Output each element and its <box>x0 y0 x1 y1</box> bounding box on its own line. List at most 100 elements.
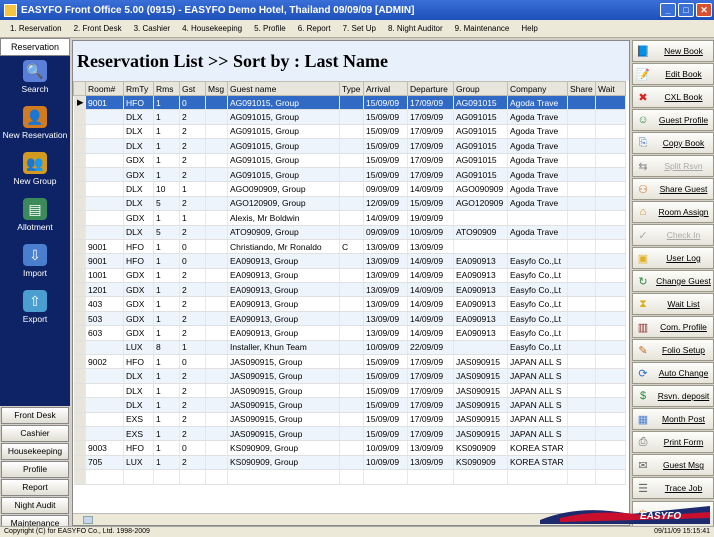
column-header[interactable]: Arrival <box>363 81 408 96</box>
table-row[interactable]: 9001 HFO 1 0 Christiando, Mr Ronaldo C 13/09/0… <box>73 239 626 255</box>
table-row[interactable]: 1001 GDX 1 2 EA090913, Group 13/09/09 14/09/09… <box>73 268 626 284</box>
column-header[interactable]: Share <box>567 81 596 96</box>
table-row[interactable]: DLX 1 2 JAS090915, Group 15/09/09 17/09/09 JAS… <box>73 368 626 384</box>
table-cell: EXS <box>123 412 154 427</box>
room-assign-button[interactable]: ⌂ Room Assign <box>632 201 714 223</box>
check-in-button[interactable]: ✓ Check In <box>632 224 714 246</box>
table-row[interactable]: ▶ 9001 HFO 1 0 AG091015, Group 15/09/09 17/09/0… <box>73 95 626 111</box>
nav-item-0[interactable]: 🔍 Search <box>0 56 70 102</box>
column-header[interactable]: RmTy <box>123 81 154 96</box>
table-row[interactable]: DLX 1 2 AG091015, Group 15/09/09 17/09/09 AG09… <box>73 124 626 140</box>
menu-item-0[interactable]: 1. Reservation <box>4 24 68 33</box>
module-button-0[interactable]: Front Desk <box>1 407 69 424</box>
table-row[interactable]: GDX 1 1 Alexis, Mr Boldwin 14/09/09 19/09/09 <box>73 210 626 226</box>
guest-msg-button[interactable]: ✉ Guest Msg <box>632 454 714 476</box>
table-cell <box>567 397 596 413</box>
change-guest-button[interactable]: ↻ Change Guest <box>632 270 714 292</box>
table-row[interactable]: EXS 1 2 JAS090915, Group 15/09/09 17/09/09 JAS… <box>73 426 626 442</box>
table-row[interactable]: DLX 1 2 JAS090915, Group 15/09/09 17/09/09 JAS… <box>73 383 626 399</box>
month-post-button[interactable]: ▦ Month Post <box>632 408 714 430</box>
folio-setup-button[interactable]: ✎ Folio Setup <box>632 339 714 361</box>
menu-item-6[interactable]: 7. Set Up <box>337 24 382 33</box>
menu-item-1[interactable]: 2. Front Desk <box>68 24 128 33</box>
split-button[interactable]: ⇆ Split Rsvn <box>632 155 714 177</box>
table-row[interactable]: LUX 8 1 Installer, Khun Team 10/09/09 22/09/0… <box>73 340 626 356</box>
nav-item-4[interactable]: ⇩ Import <box>0 240 70 286</box>
module-button-4[interactable]: Report <box>1 479 69 496</box>
nav-item-3[interactable]: ▤ Allotment <box>0 194 70 240</box>
column-header[interactable]: Msg <box>205 81 228 96</box>
module-button-1[interactable]: Cashier <box>1 425 69 442</box>
minimize-button[interactable]: _ <box>660 3 676 17</box>
print-form-icon: ⎙ <box>638 435 648 448</box>
nav-item-2[interactable]: 👥 New Group <box>0 148 70 194</box>
deposit-button[interactable]: $ Rsvn. deposit <box>632 385 714 407</box>
table-cell: 5 <box>153 225 180 240</box>
table-row[interactable] <box>73 469 626 485</box>
new-book-button[interactable]: 📘 New Book <box>632 40 714 62</box>
table-cell <box>595 354 626 370</box>
trace-job-button[interactable]: ☰ Trace Job <box>632 477 714 499</box>
module-button-3[interactable]: Profile <box>1 461 69 478</box>
column-header[interactable]: Rms <box>153 81 180 96</box>
print-form-button[interactable]: ⎙ Print Form <box>632 431 714 453</box>
column-header[interactable]: Guest name <box>227 81 340 96</box>
column-header[interactable]: Type <box>339 81 364 96</box>
menu-item-9[interactable]: Help <box>515 24 543 33</box>
table-row[interactable]: GDX 1 2 AG091015, Group 15/09/09 17/09/09 AG09… <box>73 153 626 168</box>
menu-item-8[interactable]: 9. Maintenance <box>449 24 516 33</box>
nav-item-1[interactable]: 👤 New Reservation <box>0 102 70 148</box>
table-row[interactable]: DLX 5 2 AGO120909, Group 12/09/09 15/09/09 AGO… <box>73 196 626 212</box>
auto-change-button[interactable]: ⟳ Auto Change <box>632 362 714 384</box>
table-row[interactable]: 705 LUX 1 2 KS090909, Group 10/09/09 13/09/09 K… <box>73 455 626 471</box>
table-row[interactable]: EXS 1 2 JAS090915, Group 15/09/09 17/09/09 JAS… <box>73 412 626 427</box>
nav-header-reservation[interactable]: Reservation <box>0 38 70 56</box>
table-row[interactable]: DLX 5 2 ATO90909, Group 09/09/09 10/09/09 ATO9… <box>73 225 626 240</box>
table-row[interactable]: 403 GDX 1 2 EA090913, Group 13/09/09 14/09/09 E… <box>73 296 626 312</box>
copy-book-button[interactable]: ⎘ Copy Book <box>632 132 714 154</box>
table-row[interactable]: 503 GDX 1 2 EA090913, Group 13/09/09 14/09/09 E… <box>73 311 626 327</box>
table-cell <box>567 109 596 125</box>
menu-item-2[interactable]: 3. Cashier <box>128 24 176 33</box>
table-row[interactable]: DLX 10 1 AGO090909, Group 09/09/09 14/09/09 AG… <box>73 181 626 197</box>
column-header[interactable]: Company <box>507 81 568 96</box>
column-header[interactable]: Room# <box>85 81 124 96</box>
close-button[interactable]: ✕ <box>696 3 712 17</box>
table-cell: AGO090909, Group <box>227 181 340 197</box>
cancel-book-button[interactable]: ✖ CXL Book <box>632 86 714 108</box>
user-log-button[interactable]: ▣ User Log <box>632 247 714 269</box>
company-profile-button[interactable]: ▥ Com. Profile <box>632 316 714 338</box>
column-header[interactable]: Group <box>453 81 508 96</box>
table-cell: JAS090915, Group <box>227 397 340 413</box>
table-cell: KOREA STAR <box>507 440 568 456</box>
column-header[interactable]: Wait <box>595 81 626 96</box>
menu-item-7[interactable]: 8. Night Auditor <box>382 24 449 33</box>
table-row[interactable]: DLX 1 2 AG091015, Group 15/09/09 17/09/09 AG09… <box>73 138 626 154</box>
table-cell <box>339 181 364 197</box>
table-cell: 15/09/09 <box>363 95 408 111</box>
table-row[interactable]: GDX 1 2 AG091015, Group 15/09/09 17/09/09 AG09… <box>73 167 626 183</box>
nav-item-5[interactable]: ⇧ Export <box>0 286 70 332</box>
column-header[interactable] <box>73 81 86 96</box>
menu-item-4[interactable]: 5. Profile <box>248 24 292 33</box>
column-header[interactable]: Gst <box>179 81 206 96</box>
guest-profile-button[interactable]: ☺ Guest Profile <box>632 109 714 131</box>
table-row[interactable]: 9003 HFO 1 0 KS090909, Group 10/09/09 13/09/09… <box>73 440 626 456</box>
menu-item-3[interactable]: 4. Housekeeping <box>176 24 248 33</box>
table-row[interactable]: DLX 1 2 AG091015, Group 15/09/09 17/09/09 AG09… <box>73 109 626 125</box>
table-row[interactable]: 9001 HFO 1 0 EA090913, Group 13/09/09 14/09/09… <box>73 253 626 269</box>
edit-book-button[interactable]: 📝 Edit Book <box>632 63 714 85</box>
table-row[interactable]: 1201 GDX 1 2 EA090913, Group 13/09/09 14/09/09… <box>73 282 626 298</box>
table-row[interactable]: 9002 HFO 1 0 JAS090915, Group 15/09/09 17/09/0… <box>73 354 626 370</box>
maximize-button[interactable]: □ <box>678 3 694 17</box>
reservation-grid[interactable]: Room# RmTy Rms Gst Msg Guest name Type Arrival D… <box>73 81 629 513</box>
table-row[interactable]: DLX 1 2 JAS090915, Group 15/09/09 17/09/09 JAS… <box>73 397 626 413</box>
menu-item-5[interactable]: 6. Report <box>292 24 337 33</box>
module-button-2[interactable]: Housekeeping <box>1 443 69 460</box>
wait-list-button[interactable]: ⧗ Wait List <box>632 293 714 315</box>
share-guest-button[interactable]: ⚇ Share Guest <box>632 178 714 200</box>
table-row[interactable]: 603 GDX 1 2 EA090913, Group 13/09/09 14/09/09 E… <box>73 325 626 341</box>
scrollbar-thumb[interactable] <box>83 516 93 524</box>
column-header[interactable]: Departure <box>407 81 454 96</box>
module-button-5[interactable]: Night Audit <box>1 497 69 514</box>
